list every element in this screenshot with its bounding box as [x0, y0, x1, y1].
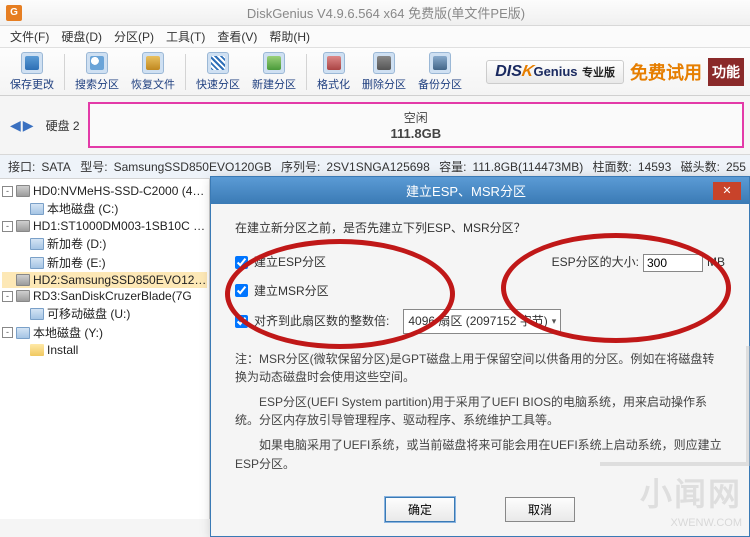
disk-label: 硬盘 2 — [46, 117, 80, 134]
branding: DISKGenius 专业版 免费试用 功能 — [486, 58, 746, 86]
dialog-titlebar: 建立ESP、MSR分区 ✕ — [211, 177, 749, 204]
delete-icon — [373, 52, 395, 74]
tree-label: 本地磁盘 (Y:) — [33, 324, 103, 341]
disk-bar[interactable]: 空闲 111.8GB — [88, 102, 744, 148]
close-icon: ✕ — [722, 184, 731, 197]
tree-row[interactable]: 新加卷 (D:) — [2, 234, 207, 253]
trial-label: 免费试用 — [630, 59, 702, 85]
esp-size-input[interactable] — [643, 254, 703, 272]
tree-row[interactable]: 新加卷 (E:) — [2, 253, 207, 272]
quick-partition-icon — [207, 52, 229, 74]
tree-label: 本地磁盘 (C:) — [47, 200, 118, 217]
save-icon — [21, 52, 43, 74]
menu-view[interactable]: 查看(V) — [211, 26, 263, 47]
search-partition-button[interactable]: 搜索分区 — [69, 50, 125, 94]
cancel-button[interactable]: 取消 — [505, 497, 575, 522]
tree-row[interactable]: - RD3:SanDiskCruzerBlade(7G — [2, 288, 207, 304]
tree-label: 可移动磁盘 (U:) — [47, 305, 130, 322]
lower-pane: - HD0:NVMeHS-SSD-C2000 (477G 本地磁盘 (C:) - HD1… — [0, 179, 750, 519]
menu-help[interactable]: 帮助(H) — [263, 26, 316, 47]
menu-partition[interactable]: 分区(P) — [108, 26, 160, 47]
window-title: DiskGenius V4.9.6.564 x64 免费版(单文件PE版) — [28, 3, 744, 22]
vol-icon — [30, 257, 44, 269]
tree-row[interactable]: Install — [2, 342, 207, 358]
expander-icon[interactable]: - — [2, 186, 13, 197]
delete-partition-button[interactable]: 删除分区 — [356, 50, 412, 94]
vol-icon — [30, 203, 44, 215]
backup-icon — [429, 52, 451, 74]
nav-left-icon[interactable]: ◀ — [10, 117, 21, 134]
label-msr: 建立MSR分区 — [254, 281, 329, 301]
search-icon — [86, 52, 108, 74]
feature-label: 功能 — [708, 58, 744, 86]
dialog-question: 在建立新分区之前，是否先建立下列ESP、MSR分区？ — [235, 218, 725, 238]
menu-file[interactable]: 文件(F) — [4, 26, 55, 47]
tree-row[interactable]: - 本地磁盘 (Y:) — [2, 323, 207, 342]
dialog-close-button[interactable]: ✕ — [713, 182, 741, 200]
tree-row[interactable]: - HD0:NVMeHS-SSD-C2000 (477G — [2, 183, 207, 199]
vol-icon — [16, 327, 30, 339]
toolbar: 保存更改 搜索分区 恢复文件 快速分区 新建分区 格式化 删除分区 备份分区 D… — [0, 48, 750, 96]
checkbox-esp[interactable] — [235, 256, 248, 269]
backup-partition-button[interactable]: 备份分区 — [412, 50, 468, 94]
expander-icon[interactable]: - — [2, 221, 13, 232]
hdd-icon — [16, 185, 30, 197]
format-icon — [323, 52, 345, 74]
menu-disk[interactable]: 硬盘(D) — [55, 26, 108, 47]
tree-label: Install — [47, 343, 78, 357]
hdd-icon — [16, 274, 30, 286]
menu-tools[interactable]: 工具(T) — [160, 26, 211, 47]
vol-icon — [30, 308, 44, 320]
free-size: 111.8GB — [390, 126, 441, 141]
new-icon — [263, 52, 285, 74]
hdd-icon — [16, 220, 30, 232]
tree-label: RD3:SanDiskCruzerBlade(7G — [33, 289, 192, 303]
tree-row[interactable]: 本地磁盘 (C:) — [2, 199, 207, 218]
expander-icon[interactable]: - — [2, 327, 13, 338]
create-esp-msr-dialog: 建立ESP、MSR分区 ✕ 在建立新分区之前，是否先建立下列ESP、MSR分区？… — [210, 176, 750, 537]
restore-icon — [142, 52, 164, 74]
dialog-title: 建立ESP、MSR分区 — [219, 181, 713, 200]
format-button[interactable]: 格式化 — [311, 50, 356, 94]
new-partition-button[interactable]: 新建分区 — [246, 50, 302, 94]
esp-size-unit: MB — [707, 252, 725, 272]
checkbox-msr[interactable] — [235, 284, 248, 297]
note-msr: 注：MSR分区(微软保留分区)是GPT磁盘上用于保留空间以供备用的分区。例如在将… — [235, 350, 725, 387]
expander-icon[interactable]: - — [2, 291, 13, 302]
save-button[interactable]: 保存更改 — [4, 50, 60, 94]
hdd-icon — [16, 290, 30, 302]
tree-label: HD0:NVMeHS-SSD-C2000 (477G — [33, 184, 207, 198]
ok-button[interactable]: 确定 — [385, 497, 455, 522]
checkbox-align[interactable] — [235, 315, 248, 328]
nav-right-icon[interactable]: ▶ — [23, 117, 34, 134]
nav-arrows[interactable]: ◀ ▶ — [6, 117, 38, 134]
sector-select[interactable]: 4096 扇区 (2097152 字节) ▾ — [403, 309, 561, 333]
disk-overview: ◀ ▶ 硬盘 2 空闲 111.8GB — [0, 96, 750, 155]
tree-row[interactable]: HD2:SamsungSSD850EVO120GB — [2, 272, 207, 288]
disk-tree[interactable]: - HD0:NVMeHS-SSD-C2000 (477G 本地磁盘 (C:) - HD1… — [0, 179, 210, 519]
menu-bar: 文件(F) 硬盘(D) 分区(P) 工具(T) 查看(V) 帮助(H) — [0, 26, 750, 48]
vol-icon — [30, 238, 44, 250]
title-bar: G DiskGenius V4.9.6.564 x64 免费版(单文件PE版) — [0, 0, 750, 26]
tree-row[interactable]: - HD1:ST1000DM003-1SB10C (93 — [2, 218, 207, 234]
chevron-down-icon: ▾ — [552, 314, 557, 329]
note-esp: ESP分区(UEFI System partition)用于采用了UEFI BI… — [235, 393, 725, 430]
folder-icon — [30, 344, 44, 356]
quick-partition-button[interactable]: 快速分区 — [190, 50, 246, 94]
tree-label: HD1:ST1000DM003-1SB10C (93 — [33, 219, 207, 233]
label-esp: 建立ESP分区 — [254, 252, 326, 272]
free-label: 空闲 — [404, 109, 428, 126]
tree-label: 新加卷 (E:) — [47, 254, 106, 271]
tree-label: HD2:SamsungSSD850EVO120GB — [33, 273, 207, 287]
brand-logo: DISKGenius 专业版 — [486, 60, 624, 84]
tree-row[interactable]: 可移动磁盘 (U:) — [2, 304, 207, 323]
restore-files-button[interactable]: 恢复文件 — [125, 50, 181, 94]
note-uefi: 如果电脑采用了UEFI系统，或当前磁盘将来可能会用在UEFI系统上启动系统，则应… — [235, 436, 725, 473]
esp-size-label: ESP分区的大小: — [552, 252, 639, 272]
right-pane: 分区参数 ◆ 名称 改时间 建立ESP、MSR分区 ✕ 在建立新分区之前，是否先… — [210, 179, 750, 519]
tree-label: 新加卷 (D:) — [47, 235, 106, 252]
app-icon: G — [6, 5, 22, 21]
label-align: 对齐到此扇区数的整数倍: — [254, 311, 389, 331]
